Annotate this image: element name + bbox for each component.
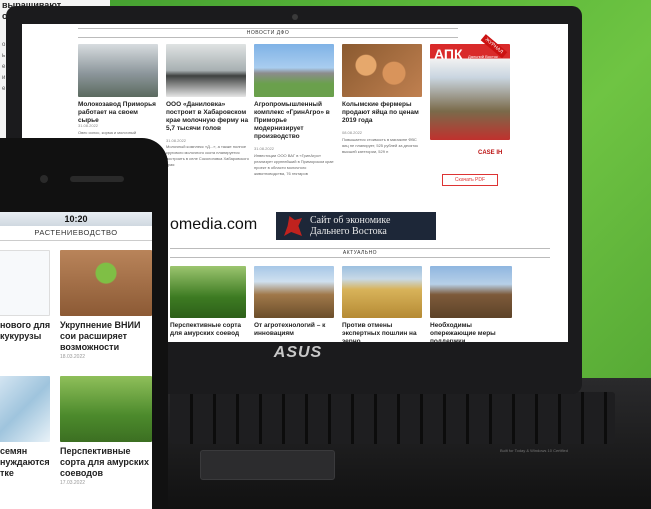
economy-banner-text: Сайт об экономике Дальнего Востока bbox=[310, 215, 391, 237]
webcam-icon bbox=[292, 14, 298, 20]
actual-title[interactable]: Перспективные сорта для амурских соевод bbox=[170, 322, 250, 338]
news-excerpt: Молочный комплекс «Д...», а также полное… bbox=[166, 144, 249, 167]
actual-title[interactable]: От агротехнологий – к инновациям bbox=[254, 322, 336, 338]
news-title[interactable]: Колымские фермеры продают яйца по ценам … bbox=[342, 101, 424, 125]
section-heading-news: НОВОСТИ ДФО bbox=[78, 28, 458, 38]
news-image-eggs[interactable] bbox=[342, 44, 422, 97]
section-heading-actual: АКТУАЛЬНО bbox=[170, 248, 550, 258]
laptop-touchpad[interactable] bbox=[200, 450, 335, 480]
news-excerpt: Повышается стоимость в магазине ФВС яиц … bbox=[342, 137, 419, 154]
laptop-keyboard bbox=[170, 392, 615, 444]
phone-section-heading: РАСТЕНИЕВОДСТВО bbox=[34, 228, 118, 237]
phone-image-field[interactable] bbox=[60, 376, 152, 442]
phone-camera-icon bbox=[40, 175, 48, 183]
actual-image-tractor-field[interactable] bbox=[254, 266, 334, 318]
phone-image-seedling[interactable] bbox=[60, 250, 152, 316]
phone-item-date: 17.03.2022 bbox=[60, 480, 86, 486]
phone-status-bar: 10:20 bbox=[0, 212, 152, 226]
news-date: 31.08.2022 bbox=[254, 146, 275, 151]
media-banner-text: media.com bbox=[178, 216, 258, 233]
news-image-cows[interactable] bbox=[166, 44, 246, 97]
actual-image-field[interactable] bbox=[170, 266, 246, 318]
laptop-sticker: Built for Today & Windows 10 Certified bbox=[500, 448, 568, 453]
news-image-barn[interactable] bbox=[254, 44, 334, 97]
phone-item-title[interactable]: Укрупнение ВНИИ сои расширяет возможност… bbox=[60, 320, 152, 353]
media-banner[interactable]: omedia.com bbox=[170, 212, 270, 238]
actual-image-wheat[interactable] bbox=[342, 266, 422, 318]
phone-item-title[interactable]: нового для кукурузы bbox=[0, 320, 52, 342]
news-date: 31.08.2022 bbox=[166, 138, 187, 143]
actual-image-tractor[interactable] bbox=[430, 266, 512, 318]
magazine-title: АПК bbox=[434, 46, 463, 62]
phone-item-title[interactable]: Перспективные сорта для амурских соеводо… bbox=[60, 446, 152, 479]
magazine-tag: Дальний Восток bbox=[468, 54, 498, 59]
phone-image-lab[interactable] bbox=[0, 376, 50, 442]
phone-speaker bbox=[70, 176, 124, 182]
news-image-milk[interactable] bbox=[78, 44, 158, 97]
laptop-brand-logo: ASUS bbox=[273, 344, 323, 361]
economy-banner[interactable]: Сайт об экономике Дальнего Востока bbox=[276, 212, 436, 240]
phone-divider bbox=[0, 240, 152, 241]
phone-item-title[interactable]: семян нуждаются тке bbox=[0, 446, 52, 479]
news-title[interactable]: Молокозавод Приморья работает на своем с… bbox=[78, 101, 160, 125]
actual-title[interactable]: Против отмены экспертных пошлин на зерно bbox=[342, 322, 424, 342]
phone-screen: РАСТЕНИЕВОДСТВО нового для кукурузы Укру… bbox=[0, 212, 152, 509]
phone-item-date: 18.03.2022 bbox=[60, 354, 86, 360]
phone-image-chart[interactable] bbox=[0, 250, 50, 316]
news-title[interactable]: Агропромышленный комплекс «ГринАгро» в П… bbox=[254, 101, 336, 141]
media-banner-prefix: o bbox=[170, 216, 179, 233]
news-title[interactable]: ООО «Даниловка» построит в Хабаровском к… bbox=[166, 101, 250, 133]
news-date: 31.08.2022 bbox=[78, 123, 99, 128]
download-pdf-button[interactable]: Скачать PDF bbox=[442, 174, 498, 186]
case-logo: CASE IH bbox=[478, 150, 503, 156]
actual-title[interactable]: Необходимы опережающие меры поддержки bbox=[430, 322, 514, 342]
news-excerpt: Инвестиции ООО ВАГ в «ГринАгро» реализуе… bbox=[254, 153, 334, 176]
news-date: 08.08.2022 bbox=[342, 130, 363, 135]
